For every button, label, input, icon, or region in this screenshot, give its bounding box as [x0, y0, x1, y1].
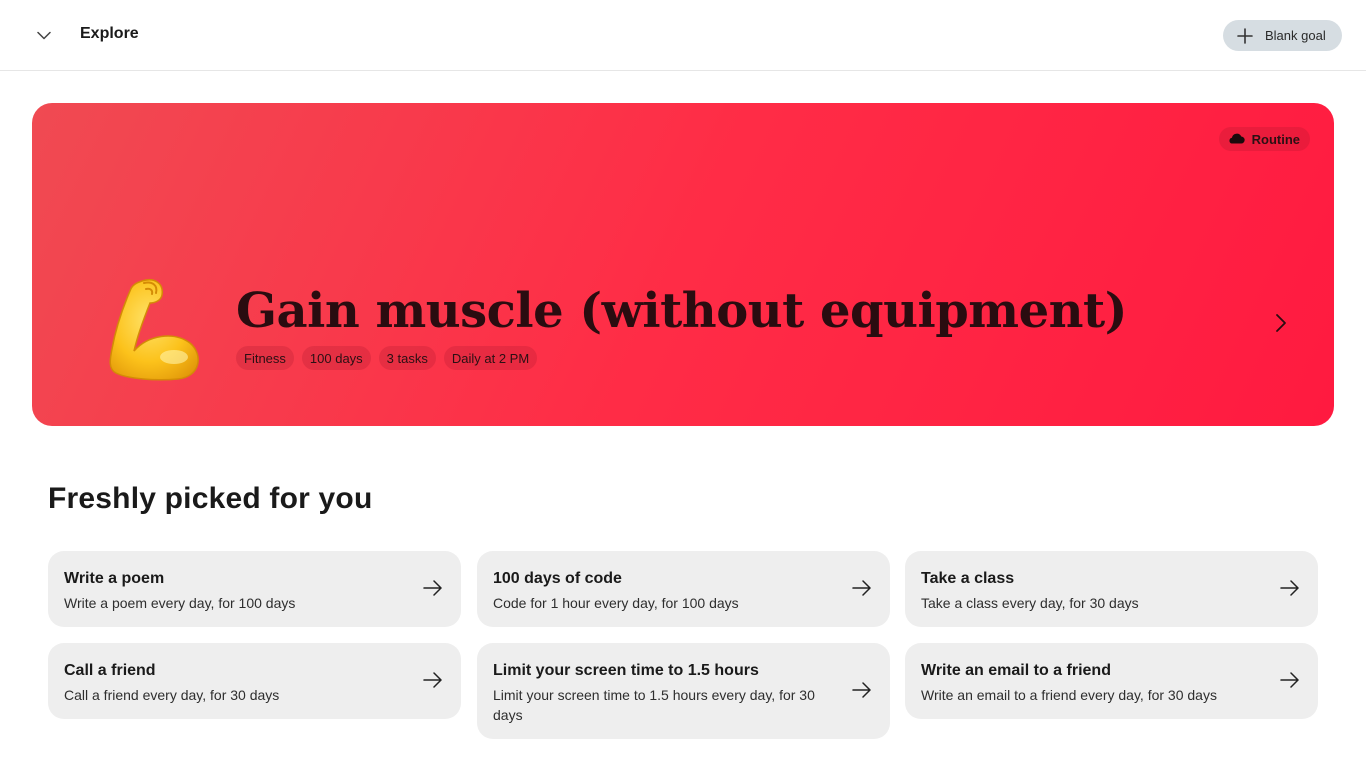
goal-card[interactable]: Limit your screen time to 1.5 hours Limi…	[477, 643, 890, 739]
goal-card-title: 100 days of code	[493, 570, 622, 587]
chevron-down-icon[interactable]	[30, 22, 58, 48]
arrow-right-icon	[850, 576, 874, 600]
arrow-right-icon	[850, 678, 874, 702]
goal-card-title: Write a poem	[64, 570, 165, 587]
top-bar: Explore Blank goal	[0, 0, 1366, 71]
hero-tags: Fitness 100 days 3 tasks Daily at 2 PM	[236, 346, 538, 370]
page-title: Explore	[80, 25, 139, 42]
goal-card-subtitle: Write a poem every day, for 100 days	[64, 595, 296, 611]
goal-card-subtitle: Code for 1 hour every day, for 100 days	[493, 595, 739, 611]
goal-card-title: Call a friend	[64, 662, 156, 679]
arrow-right-icon	[421, 576, 445, 600]
goal-card[interactable]: Write a poem Write a poem every day, for…	[48, 551, 461, 627]
cloud-icon	[1227, 132, 1245, 147]
goal-card-subtitle: Call a friend every day, for 30 days	[64, 687, 280, 703]
blank-goal-label: Blank goal	[1265, 28, 1326, 43]
routine-badge: Routine	[1218, 127, 1310, 151]
tag-duration: 100 days	[301, 346, 371, 370]
flexed-biceps-icon	[104, 273, 208, 381]
goal-card-title: Limit your screen time to 1.5 hours	[493, 662, 759, 679]
hero-title: Gain muscle (without equipment)	[236, 283, 1127, 339]
arrow-right-icon	[1278, 668, 1302, 692]
goal-card-title: Write an email to a friend	[921, 662, 1111, 679]
blank-goal-button[interactable]: Blank goal	[1223, 20, 1342, 51]
arrow-right-icon	[421, 668, 445, 692]
goal-card[interactable]: Call a friend Call a friend every day, f…	[48, 643, 461, 719]
section-title: Freshly picked for you	[48, 482, 373, 515]
tag-schedule: Daily at 2 PM	[443, 346, 538, 370]
goal-card[interactable]: Take a class Take a class every day, for…	[905, 551, 1318, 627]
arrow-right-icon	[1278, 576, 1302, 600]
goal-card-subtitle: Limit your screen time to 1.5 hours ever…	[493, 687, 815, 723]
badge-label: Routine	[1251, 131, 1300, 147]
featured-goal-card[interactable]: Routine Gain muscle (without equipment) …	[32, 103, 1334, 426]
goal-card-subtitle: Take a class every day, for 30 days	[921, 595, 1139, 611]
goal-card[interactable]: Write an email to a friend Write an emai…	[905, 643, 1318, 719]
goal-card[interactable]: 100 days of code Code for 1 hour every d…	[477, 551, 890, 627]
plus-icon	[1235, 26, 1255, 46]
chevron-right-icon[interactable]	[1266, 308, 1296, 338]
tag-category: Fitness	[236, 346, 294, 370]
goal-card-title: Take a class	[921, 570, 1015, 587]
tag-task-count: 3 tasks	[378, 346, 436, 370]
goal-card-subtitle: Write an email to a friend every day, fo…	[921, 687, 1217, 703]
